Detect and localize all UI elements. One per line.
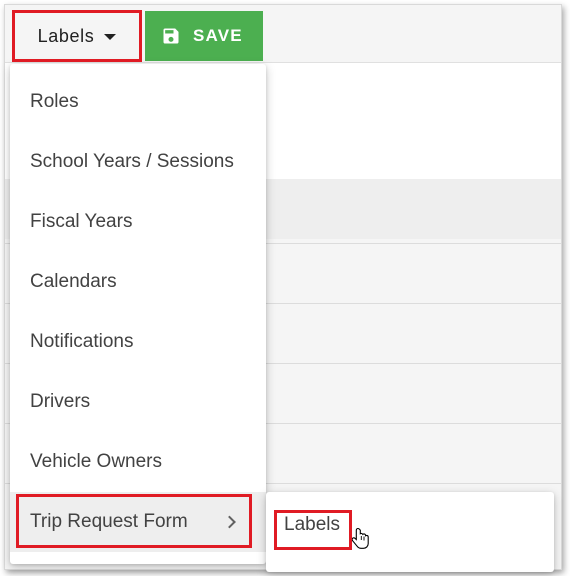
menu-item-roles[interactable]: Roles bbox=[10, 72, 266, 132]
labels-dropdown-button[interactable]: Labels bbox=[13, 11, 141, 61]
menu-item-label: Roles bbox=[30, 91, 79, 112]
menu-item-label: Drivers bbox=[30, 391, 91, 412]
chevron-right-icon bbox=[223, 515, 236, 529]
submenu-item-labels[interactable]: Labels bbox=[284, 514, 340, 536]
menu-item-label: Calendars bbox=[30, 271, 117, 292]
floppy-disk-icon bbox=[163, 28, 179, 44]
menu-item-drivers[interactable]: Drivers bbox=[10, 372, 266, 432]
menu-item-label: School Years / Sessions bbox=[30, 151, 234, 172]
submenu-item-label: Labels bbox=[284, 514, 340, 535]
labels-button-label: Labels bbox=[37, 25, 95, 46]
menu-item-trip-request-form[interactable]: Trip Request Form bbox=[10, 492, 266, 552]
caret-down-icon bbox=[104, 34, 117, 40]
save-button[interactable]: SAVE bbox=[145, 11, 263, 61]
toolbar: Labels SAVE bbox=[5, 5, 561, 63]
save-button-label: SAVE bbox=[193, 26, 243, 45]
menu-item-school-years-sessions[interactable]: School Years / Sessions bbox=[10, 132, 266, 192]
labels-dropdown-menu: Roles School Years / Sessions Fiscal Yea… bbox=[10, 64, 266, 564]
menu-item-label: Notifications bbox=[30, 331, 134, 352]
menu-item-label: Vehicle Owners bbox=[30, 451, 163, 472]
menu-item-vehicle-owners[interactable]: Vehicle Owners bbox=[10, 432, 266, 492]
hand-pointer-icon bbox=[352, 527, 369, 549]
menu-item-label: Fiscal Years bbox=[30, 211, 133, 232]
trip-request-form-submenu: Labels bbox=[266, 492, 554, 572]
menu-item-fiscal-years[interactable]: Fiscal Years bbox=[10, 192, 266, 252]
menu-item-calendars[interactable]: Calendars bbox=[10, 252, 266, 312]
menu-item-label: Trip Request Form bbox=[30, 511, 188, 532]
menu-item-notifications[interactable]: Notifications bbox=[10, 312, 266, 372]
